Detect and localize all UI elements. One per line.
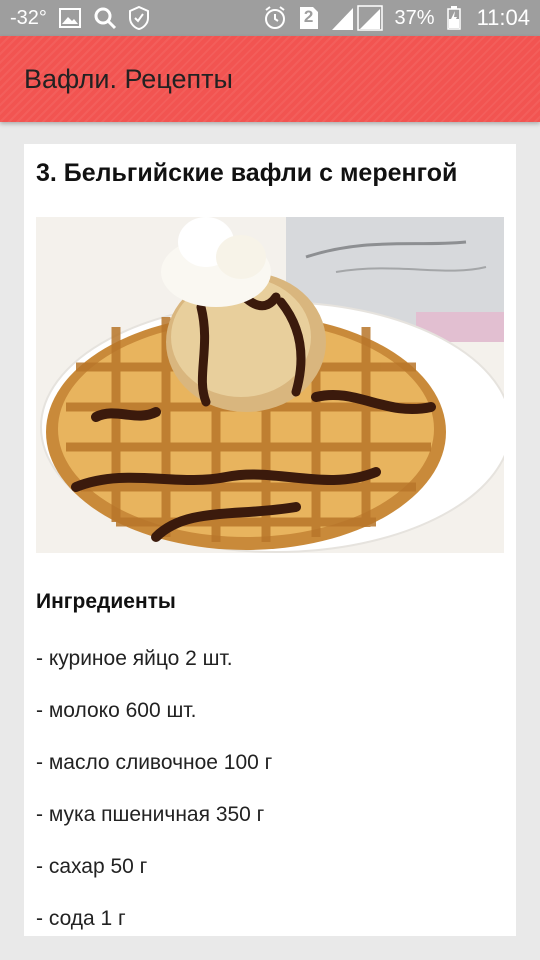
temperature-readout: -32° xyxy=(10,6,47,29)
clock: 11:04 xyxy=(476,5,530,30)
shield-icon xyxy=(128,6,149,30)
ingredient-item: - мука пшеничная 350 г xyxy=(36,803,265,826)
status-bar: -32° 2 37% 11:04 xyxy=(0,0,540,36)
signal-icon xyxy=(331,5,383,31)
search-icon xyxy=(93,6,117,30)
battery-icon xyxy=(446,6,461,30)
ingredient-item: - молоко 600 шт. xyxy=(36,699,197,722)
ingredient-item: - масло сливочное 100 г xyxy=(36,751,273,774)
alarm-icon xyxy=(263,6,287,30)
image-icon xyxy=(58,8,81,28)
sim-badge: 2 xyxy=(303,7,314,26)
app-title: Вафли. Рецепты xyxy=(24,63,233,94)
ingredient-item: - сахар 50 г xyxy=(36,855,148,878)
sim-icon: 2 xyxy=(299,6,319,30)
ingredient-item: - сода 1 г xyxy=(36,907,126,930)
status-bar-left: -32° xyxy=(10,6,149,30)
ingredient-item: - куриное яйцо 2 шт. xyxy=(36,647,233,670)
ingredients-list: - куриное яйцо 2 шт. - молоко 600 шт. - … xyxy=(36,646,272,958)
recipe-title: 3. Бельгийские вафли с меренгой xyxy=(36,159,458,187)
recipe-card[interactable]: 3. Бельгийские вафли с меренгой Ингредие… xyxy=(24,144,516,936)
ingredients-heading: Ингредиенты xyxy=(36,590,176,613)
app-bar: Вафли. Рецепты xyxy=(0,36,540,122)
recipe-photo[interactable] xyxy=(36,217,504,553)
battery-percent: 37% xyxy=(394,6,435,29)
status-bar-right: 2 37% 11:04 xyxy=(263,5,530,31)
waffle-illustration xyxy=(36,217,504,553)
